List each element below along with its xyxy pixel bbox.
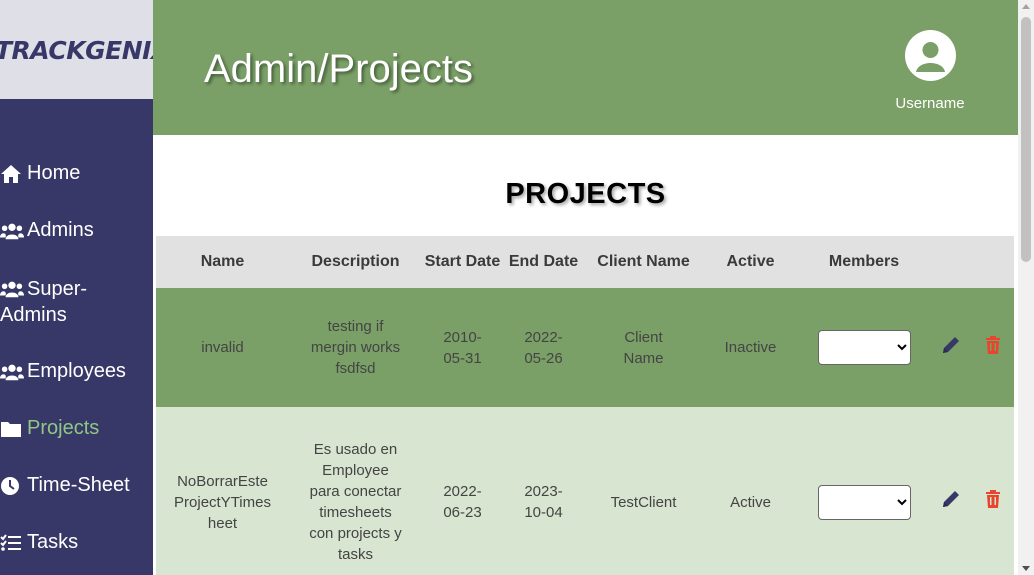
- edit-pencil-icon[interactable]: [941, 489, 961, 515]
- table-row[interactable]: NoBorrarEsteProjectYTimesheet Es usado e…: [156, 407, 1014, 575]
- delete-trash-icon[interactable]: [985, 490, 1001, 514]
- column-header-members: Members: [828, 253, 900, 270]
- tasks-icon: [0, 532, 24, 554]
- cell-end-date-text: 2022-05-26: [524, 328, 563, 367]
- cell-delete: [972, 288, 1014, 407]
- cell-description-text: testing if mergin works fsdfsd: [310, 318, 401, 377]
- cell-client-name: TestClient: [584, 407, 703, 575]
- cell-client-name: Client Name: [584, 288, 703, 407]
- cell-description: testing if mergin works fsdfsd: [289, 288, 422, 407]
- cell-active: Inactive: [724, 339, 777, 356]
- users-icon: [0, 361, 24, 383]
- edit-pencil-icon[interactable]: [941, 335, 961, 361]
- column-header-delete: [972, 236, 1014, 288]
- logo-area: TRACKGENIX: [0, 0, 153, 99]
- sidebar-item-super-admins[interactable]: Super- Admins: [0, 276, 153, 326]
- page-title: Admin/Projects: [204, 47, 473, 91]
- column-header-name: Name: [200, 253, 245, 270]
- cell-start-date: 2022-06-23: [422, 407, 503, 575]
- sidebar-item-tasks[interactable]: Tasks: [0, 531, 153, 554]
- cell-delete: [972, 407, 1014, 575]
- sidebar-item-label-line1: Super-: [27, 278, 88, 300]
- cell-description: Es usado en Employee para conectar times…: [289, 407, 422, 575]
- user-menu[interactable]: Username: [895, 30, 965, 112]
- folder-icon: [0, 418, 24, 440]
- table-row[interactable]: invalid testing if mergin works fsdfsd 2…: [156, 288, 1014, 407]
- page-header: Admin/Projects Username: [153, 0, 1018, 135]
- cell-active: Active: [730, 493, 771, 511]
- column-header-description: Description: [311, 253, 400, 270]
- app-root: TRACKGENIX Home Admins Super- Adm: [0, 0, 1034, 575]
- page-scrollbar[interactable]: [1018, 0, 1034, 575]
- user-avatar-icon[interactable]: [904, 30, 956, 81]
- main-content: PROJECTS Name Description Start Date End…: [153, 135, 1018, 575]
- column-header-active: Active: [726, 253, 775, 270]
- app-logo[interactable]: TRACKGENIX: [0, 36, 153, 65]
- column-header-start-date: Start Date: [424, 253, 501, 270]
- scroll-thumb[interactable]: [1021, 17, 1031, 262]
- cell-name-text: NoBorrarEsteProjectYTimesheet: [174, 472, 271, 532]
- cell-start-date-text: 2022-06-23: [443, 483, 482, 521]
- cell-name: invalid: [156, 288, 289, 407]
- sidebar-item-label: Projects: [27, 417, 100, 439]
- scroll-up-arrow-icon[interactable]: [1022, 4, 1030, 9]
- members-select[interactable]: [817, 484, 911, 520]
- username-label: Username: [895, 95, 965, 112]
- sidebar-item-label: Home: [27, 162, 81, 184]
- users-icon: [0, 220, 24, 242]
- sidebar-item-home[interactable]: Home: [0, 162, 153, 185]
- sidebar-item-admins[interactable]: Admins: [0, 219, 153, 242]
- scroll-down-arrow-icon[interactable]: [1022, 566, 1030, 571]
- projects-table: Name Description Start Date End Date Cli…: [156, 236, 1014, 575]
- sidebar: TRACKGENIX Home Admins Super- Adm: [0, 0, 153, 575]
- sidebar-item-label: Time-Sheet: [27, 474, 130, 496]
- cell-name: NoBorrarEsteProjectYTimesheet: [156, 407, 289, 575]
- sidebar-item-employees[interactable]: Employees: [0, 360, 153, 383]
- cell-end-date-text: 2023-10-04: [524, 483, 563, 521]
- column-header-client-name: Client Name: [597, 253, 690, 270]
- home-icon: [0, 163, 24, 185]
- sidebar-item-label: Tasks: [27, 531, 79, 553]
- cell-end-date: 2022-05-26: [503, 288, 584, 407]
- members-select[interactable]: [817, 330, 911, 365]
- cell-start-date: 2010-05-31: [422, 288, 503, 407]
- sidebar-item-time-sheet[interactable]: Time-Sheet: [0, 474, 153, 497]
- column-header-end-date: End Date: [508, 253, 579, 270]
- cell-members: [798, 288, 930, 407]
- cell-members: [798, 407, 930, 575]
- cell-client-name-text: Client Name: [623, 328, 664, 367]
- cell-description-text: Es usado en Employee para conectar times…: [309, 441, 402, 563]
- cell-end-date: 2023-10-04: [503, 407, 584, 575]
- sidebar-item-label: Admins: [27, 219, 94, 241]
- cell-edit: [930, 407, 972, 575]
- users-icon: [0, 278, 24, 300]
- sidebar-item-label-line2: Admins: [0, 304, 67, 326]
- section-title: PROJECTS: [505, 178, 666, 210]
- cell-edit: [930, 288, 972, 407]
- clock-icon: [0, 475, 24, 497]
- sidebar-item-projects[interactable]: Projects: [0, 417, 153, 440]
- cell-start-date-text: 2010-05-31: [443, 328, 482, 367]
- sidebar-item-label: Employees: [27, 360, 126, 382]
- cell-client-name-text: TestClient: [610, 493, 677, 511]
- cell-name-text: invalid: [201, 339, 244, 356]
- delete-trash-icon[interactable]: [985, 335, 1001, 360]
- table-header-row: Name Description Start Date End Date Cli…: [156, 236, 1014, 288]
- column-header-edit: [930, 236, 972, 288]
